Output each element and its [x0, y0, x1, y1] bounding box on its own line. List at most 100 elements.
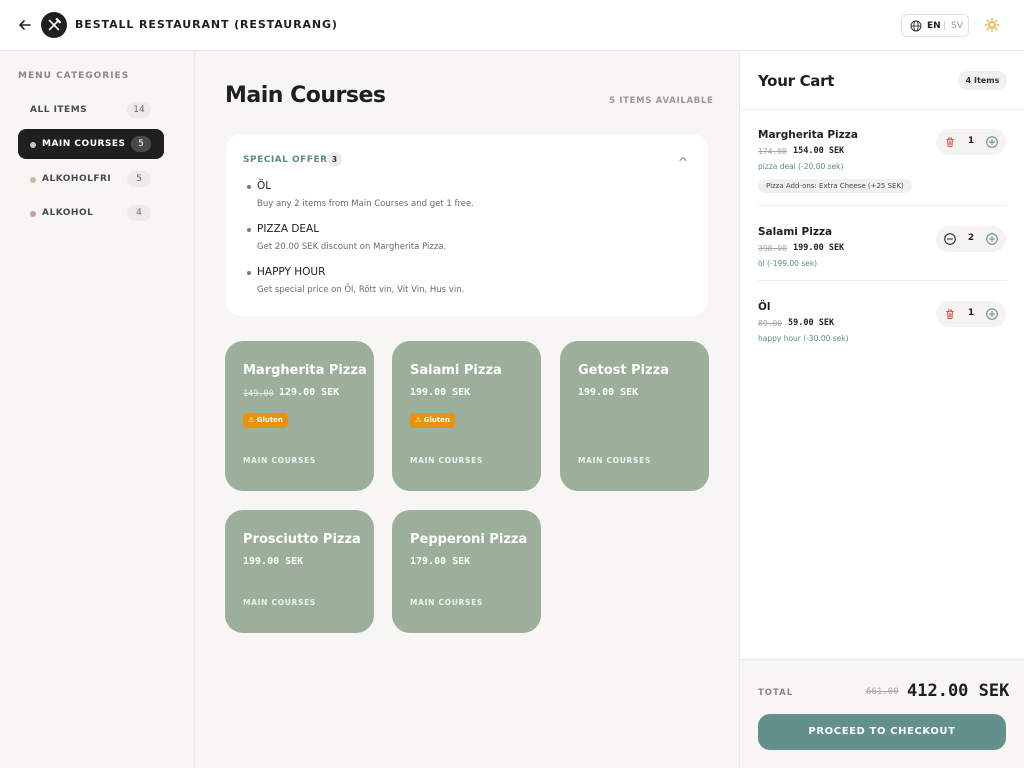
utensils-logo-icon — [41, 12, 67, 38]
category-alkohol[interactable]: ALKOHOL 4 — [18, 198, 164, 228]
back-arrow-icon[interactable] — [17, 17, 33, 33]
category-sidebar: MENU CATEGORIES ALL ITEMS 14 MAIN COURSE… — [0, 51, 195, 768]
offer-bullet — [247, 271, 251, 275]
special-offers-panel: SPECIAL OFFERS 3 ÖL Buy any 2 items from… — [226, 134, 708, 316]
category-label: ALKOHOL — [42, 208, 94, 218]
product-price: 179.00 SEK — [410, 556, 471, 567]
total-old-price: 661.00 — [866, 687, 899, 697]
product-card-pepperoni[interactable]: Pepperoni Pizza 179.00 SEK MAIN COURSES — [392, 510, 541, 633]
language-separator: | — [943, 21, 947, 31]
product-price: 199.00 SEK — [243, 556, 304, 567]
quantity-stepper: 1 — [936, 301, 1006, 327]
cart-item-old-price: 89.00 — [758, 319, 783, 328]
offer-name: PIZZA DEAL — [257, 223, 320, 235]
language-en[interactable]: EN — [927, 21, 941, 31]
offer-description: Buy any 2 items from Main Courses and ge… — [257, 199, 474, 209]
quantity-stepper: 2 — [936, 226, 1006, 252]
checkout-button[interactable]: PROCEED TO CHECKOUT — [758, 714, 1006, 750]
cart-item-name: Öl — [758, 301, 771, 313]
cart-item-count: 4 Items — [958, 71, 1007, 90]
cart-item-price: 199.00 SEK — [793, 243, 845, 253]
category-dot — [30, 177, 36, 183]
product-category: MAIN COURSES — [410, 456, 484, 465]
cart-item-old-price: 174.00 — [758, 147, 787, 156]
offer-name: ÖL — [257, 180, 272, 192]
product-price: 199.00 SEK — [410, 387, 471, 398]
page-title: Main Courses — [225, 83, 386, 108]
quantity-value: 1 — [967, 308, 975, 318]
quantity-value: 2 — [967, 233, 975, 243]
cart-panel: Your Cart 4 Items Margherita Pizza 174.0… — [739, 51, 1024, 768]
cart-item-name: Margherita Pizza — [758, 129, 858, 141]
category-dot — [30, 142, 36, 148]
sun-icon[interactable] — [984, 17, 1000, 33]
offer-description: Get 20.00 SEK discount on Margherita Piz… — [257, 242, 447, 252]
language-switcher[interactable]: EN | SV — [901, 14, 969, 37]
allergen-badge: ⚠ Gluten — [410, 413, 455, 428]
cart-item-discount: happy hour (-30.00 sek) — [758, 334, 849, 343]
sidebar-heading: MENU CATEGORIES — [18, 71, 130, 81]
product-category: MAIN COURSES — [243, 456, 317, 465]
special-offers-count: 3 — [327, 152, 342, 167]
category-label: ALL ITEMS — [30, 105, 88, 115]
product-card-margherita[interactable]: Margherita Pizza 149.00 129.00 SEK ⚠ Glu… — [225, 341, 374, 491]
minus-circle-icon[interactable] — [943, 232, 957, 246]
plus-circle-icon[interactable] — [985, 232, 999, 246]
product-name: Salami Pizza — [410, 363, 502, 378]
product-category: MAIN COURSES — [578, 456, 652, 465]
cart-item-addon: Pizza Add-ons: Extra Cheese (+25 SEK) — [758, 179, 912, 193]
offer-bullet — [247, 228, 251, 232]
language-sv[interactable]: SV — [951, 21, 963, 31]
cart-item-price: 154.00 SEK — [793, 146, 845, 156]
cart-footer: TOTAL 661.00 412.00 SEK PROCEED TO CHECK… — [740, 659, 1024, 768]
divider — [740, 109, 1024, 110]
category-count: 5 — [131, 136, 151, 152]
category-main-courses[interactable]: MAIN COURSES 5 — [18, 129, 164, 159]
category-count: 14 — [127, 102, 151, 118]
product-card-prosciutto[interactable]: Prosciutto Pizza 199.00 SEK MAIN COURSES — [225, 510, 374, 633]
app-header: BESTALL RESTAURANT (RESTAURANG) EN | SV — [0, 0, 1024, 51]
product-card-getost[interactable]: Getost Pizza 199.00 SEK MAIN COURSES — [560, 341, 709, 491]
cart-item-old-price: 398.00 — [758, 244, 787, 253]
allergen-badge: ⚠ Gluten — [243, 413, 288, 428]
product-old-price: 149.00 — [243, 389, 274, 399]
special-offers-title[interactable]: SPECIAL OFFERS — [243, 155, 335, 165]
product-card-salami[interactable]: Salami Pizza 199.00 SEK ⚠ Gluten MAIN CO… — [392, 341, 541, 491]
category-alkoholfri[interactable]: ALKOHOLFRI 5 — [18, 164, 164, 194]
quantity-stepper: 1 — [936, 129, 1006, 155]
cart-item-discount: öl (-199.00 sek) — [758, 259, 818, 268]
product-name: Pepperoni Pizza — [410, 532, 528, 547]
product-name: Prosciutto Pizza — [243, 532, 361, 547]
product-price: 199.00 SEK — [578, 387, 639, 398]
trash-icon[interactable] — [943, 307, 957, 321]
total-label: TOTAL — [758, 688, 794, 698]
category-dot — [30, 211, 36, 217]
globe-icon — [910, 20, 922, 32]
offer-description: Get special price on Öl, Rött vin, Vit V… — [257, 285, 465, 295]
offer-bullet — [247, 185, 251, 189]
app-title: BESTALL RESTAURANT (RESTAURANG) — [75, 18, 338, 31]
product-name: Margherita Pizza — [243, 363, 367, 378]
product-category: MAIN COURSES — [410, 598, 484, 607]
category-label: ALKOHOLFRI — [42, 174, 112, 184]
cart-item-discount: pizza deal (-20.00 sek) — [758, 162, 844, 171]
offer-name: HAPPY HOUR — [257, 266, 326, 278]
category-label: MAIN COURSES — [42, 139, 126, 149]
product-name: Getost Pizza — [578, 363, 669, 378]
category-count: 5 — [127, 171, 151, 187]
category-count: 4 — [127, 205, 151, 221]
divider — [758, 205, 1007, 206]
plus-circle-icon[interactable] — [985, 135, 999, 149]
product-price: 129.00 SEK — [279, 387, 340, 398]
trash-icon[interactable] — [943, 135, 957, 149]
cart-item-name: Salami Pizza — [758, 226, 833, 238]
cart-item-price: 59.00 SEK — [788, 318, 835, 328]
plus-circle-icon[interactable] — [985, 307, 999, 321]
total-price: 412.00 SEK — [907, 681, 1010, 701]
category-all-items[interactable]: ALL ITEMS 14 — [18, 95, 164, 125]
product-category: MAIN COURSES — [243, 598, 317, 607]
divider — [758, 280, 1007, 281]
cart-title: Your Cart — [758, 72, 835, 90]
items-available-count: 5 ITEMS AVAILABLE — [609, 96, 714, 106]
chevron-up-icon[interactable] — [678, 154, 688, 164]
